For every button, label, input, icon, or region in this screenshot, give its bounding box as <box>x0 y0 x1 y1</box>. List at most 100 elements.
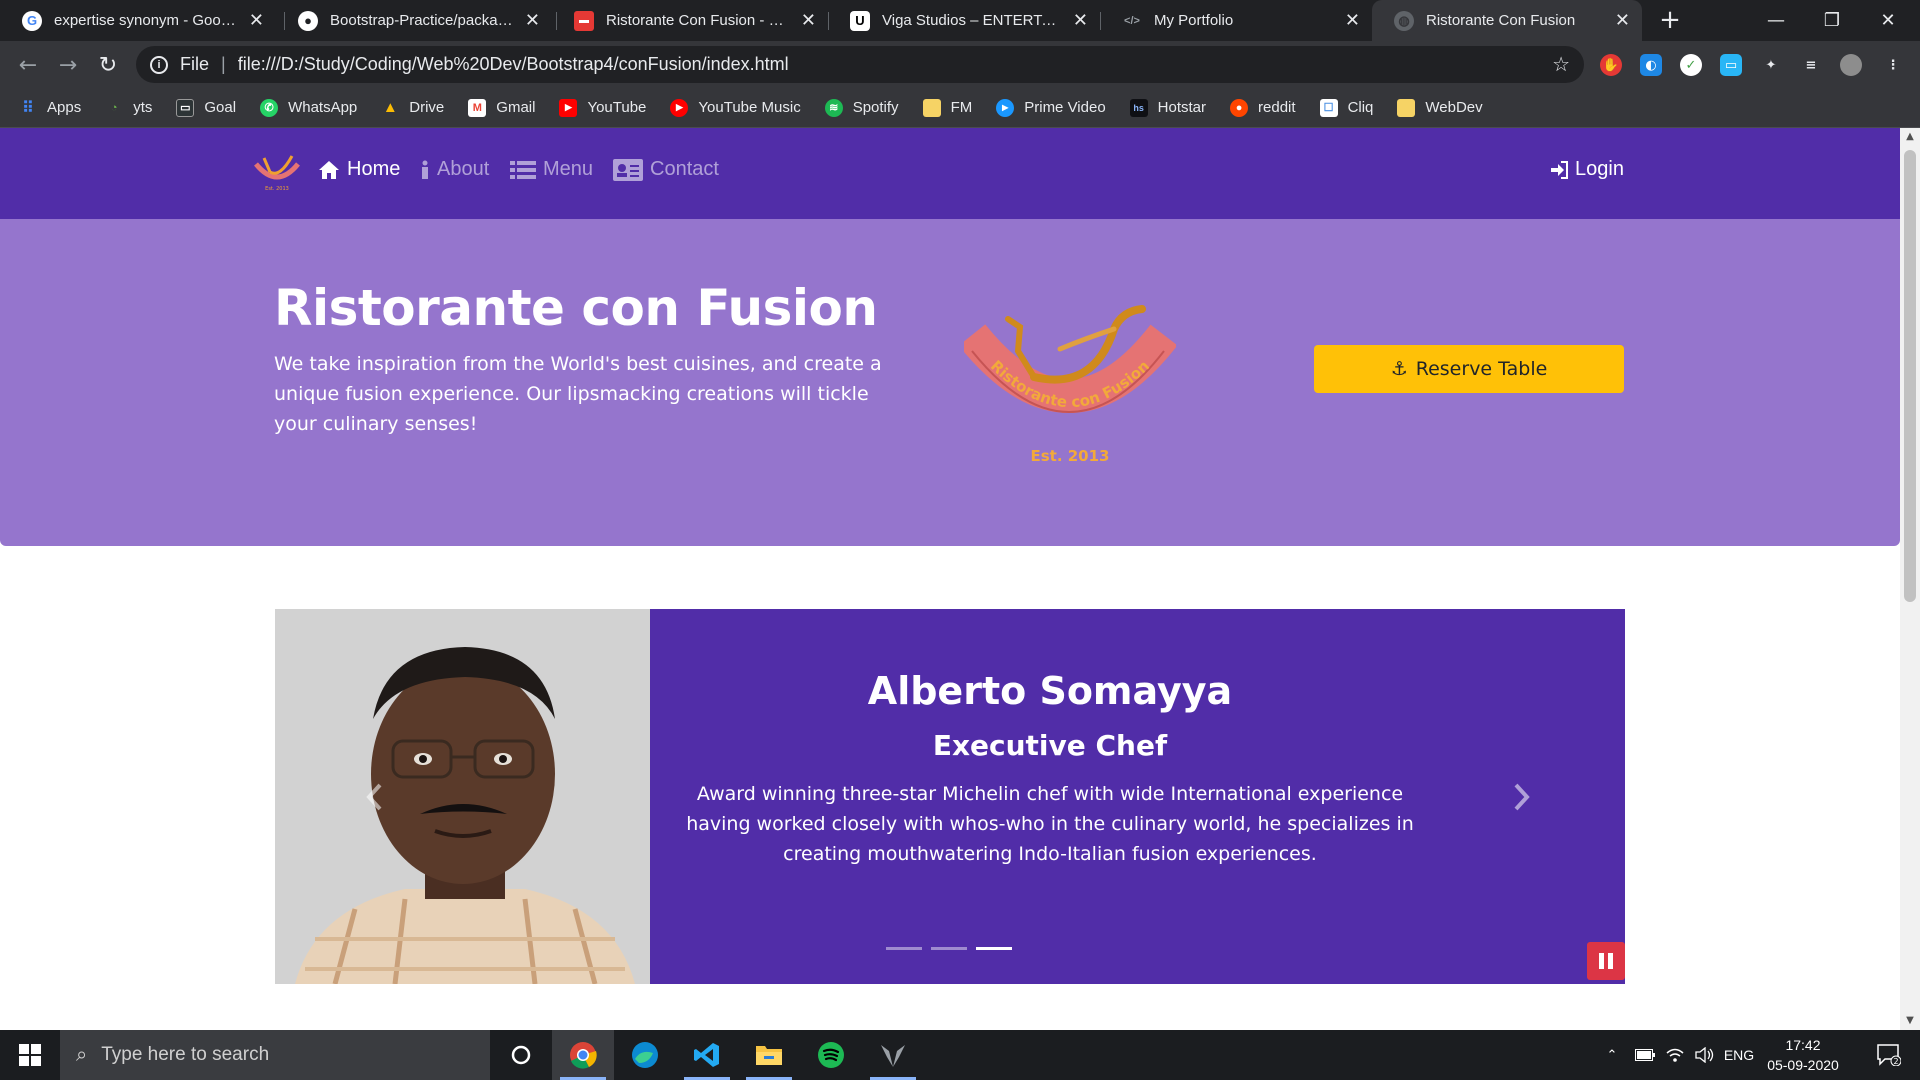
scroll-down-icon[interactable]: ▼ <box>1900 1012 1920 1030</box>
brand-logo[interactable]: Est. 2013 <box>252 150 302 192</box>
google-icon: G <box>22 10 42 31</box>
tab-ristorante-active[interactable]: ◍ Ristorante Con Fusion ✕ <box>1372 0 1642 41</box>
menu-kebab-icon[interactable]: ⋮ <box>1882 54 1904 76</box>
bookmark-cliq[interactable]: ☐ Cliq <box>1319 98 1374 117</box>
carousel-indicator-active[interactable] <box>976 947 1012 950</box>
bookmark-yts[interactable]: ◔ yts <box>105 99 153 117</box>
bookmark-drive[interactable]: ▲ Drive <box>381 99 444 117</box>
restore-button[interactable]: ❐ <box>1804 0 1860 41</box>
close-window-button[interactable]: ✕ <box>1860 0 1916 41</box>
bookmark-youtube-music[interactable]: ▶ YouTube Music <box>670 98 801 117</box>
bookmark-star-icon[interactable]: ☆ <box>1552 52 1570 77</box>
bookmark-reddit[interactable]: ● reddit <box>1230 98 1296 117</box>
spotify-icon: ≋ <box>824 98 843 117</box>
bookmark-apps[interactable]: ⠿ Apps <box>19 99 81 117</box>
carousel-indicator[interactable] <box>886 947 922 950</box>
bookmark-youtube[interactable]: ▶ YouTube <box>559 98 646 117</box>
bookmark-fm[interactable]: FM <box>922 98 972 117</box>
taskbar-clock[interactable]: 17:42 05-09-2020 <box>1758 1035 1848 1075</box>
nav-contact[interactable]: Contact <box>613 158 719 181</box>
cortana-icon[interactable] <box>490 1030 552 1080</box>
list-icon <box>510 160 536 180</box>
language-indicator[interactable]: ENG <box>1720 1030 1758 1080</box>
folder-icon <box>922 98 941 117</box>
chef-role: Executive Chef <box>932 729 1168 762</box>
media-control-icon[interactable]: ≡ <box>1800 54 1822 76</box>
reload-button[interactable]: ↻ <box>92 49 124 81</box>
tab-google-search[interactable]: G expertise synonym - Google ✕ <box>0 0 276 41</box>
new-tab-button[interactable]: + <box>1656 7 1684 35</box>
chevron-left-icon <box>366 783 382 811</box>
battery-icon[interactable] <box>1630 1030 1660 1080</box>
profile-avatar-icon[interactable] <box>1840 54 1862 76</box>
close-tab-icon[interactable]: ✕ <box>1073 10 1088 31</box>
close-tab-icon[interactable]: ✕ <box>801 10 816 31</box>
volume-icon[interactable] <box>1690 1030 1720 1080</box>
carousel-pause-button[interactable] <box>1587 942 1625 980</box>
bookmark-spotify[interactable]: ≋ Spotify <box>824 98 899 117</box>
minimize-button[interactable]: — <box>1748 0 1804 41</box>
bookmark-label: Spotify <box>852 99 899 116</box>
back-button[interactable]: ← <box>12 49 44 81</box>
scrollbar-thumb[interactable] <box>1904 150 1916 602</box>
nav-about[interactable]: About <box>420 158 489 181</box>
bookmark-webdev[interactable]: WebDev <box>1397 98 1483 117</box>
nav-menu[interactable]: Menu <box>510 158 593 181</box>
close-tab-icon[interactable]: ✕ <box>1615 10 1630 31</box>
file-explorer-icon[interactable] <box>738 1030 800 1080</box>
svg-text:Est. 2013: Est. 2013 <box>265 186 289 192</box>
extension-green-icon[interactable]: ✓ <box>1680 54 1702 76</box>
bookmark-label: YouTube Music <box>698 99 801 116</box>
nav-login[interactable]: Login <box>1550 158 1624 181</box>
wifi-icon[interactable] <box>1660 1030 1690 1080</box>
search-icon: ⌕ <box>76 1043 88 1066</box>
bookmark-label: Cliq <box>1347 99 1374 116</box>
reserve-table-button[interactable]: ⚓ Reserve Table <box>1314 345 1624 393</box>
extensions-puzzle-icon[interactable]: ✦ <box>1760 54 1782 76</box>
youtube-music-icon: ▶ <box>670 98 689 117</box>
tab-viga-studios[interactable]: U Viga Studios – ENTERTAINM ✕ <box>828 0 1100 41</box>
bookmark-goal[interactable]: ▭ Goal <box>176 98 236 117</box>
carousel-indicator[interactable] <box>931 947 967 950</box>
close-tab-icon[interactable]: ✕ <box>1345 10 1360 31</box>
notification-center-icon[interactable]: 2 <box>1864 1030 1914 1080</box>
taskbar-search-box[interactable]: ⌕ Type here to search <box>60 1030 490 1080</box>
chef-name: Alberto Somayya <box>867 669 1233 713</box>
tab-title: Viga Studios – ENTERTAINM <box>882 12 1063 29</box>
bookmark-hotstar[interactable]: hs Hotstar <box>1129 98 1206 117</box>
bookmark-gmail[interactable]: M Gmail <box>468 98 536 117</box>
apps-grid-icon: ⠿ <box>22 99 34 117</box>
nav-contact-label: Contact <box>650 158 719 180</box>
extension-red-icon[interactable]: ✋ <box>1600 54 1622 76</box>
show-hidden-icons-chevron-icon[interactable]: ⌃ <box>1598 1030 1626 1080</box>
tab-github[interactable]: ● Bootstrap-Practice/package.j ✕ <box>276 0 552 41</box>
page-scrollbar[interactable]: ▲ ▼ <box>1900 128 1920 1030</box>
extension-window-icon[interactable]: ▭ <box>1720 54 1742 76</box>
spotify-icon[interactable] <box>800 1030 862 1080</box>
sign-in-icon <box>1550 160 1568 179</box>
tab-title: Ristorante Con Fusion - Goo <box>606 12 791 29</box>
address-url[interactable]: file:///D:/Study/Coding/Web%20Dev/Bootst… <box>238 54 789 75</box>
address-bar[interactable]: i File | file:///D:/Study/Coding/Web%20D… <box>136 46 1584 83</box>
chrome-icon[interactable] <box>552 1030 614 1080</box>
cliq-icon: ☐ <box>1319 98 1338 117</box>
edge-icon[interactable] <box>614 1030 676 1080</box>
bookmark-prime-video[interactable]: ▶ Prime Video <box>996 98 1106 117</box>
vscode-icon[interactable] <box>676 1030 738 1080</box>
close-tab-icon[interactable]: ✕ <box>249 10 264 31</box>
start-button[interactable] <box>0 1030 60 1080</box>
scroll-up-icon[interactable]: ▲ <box>1900 128 1920 146</box>
close-tab-icon[interactable]: ✕ <box>525 10 540 31</box>
bookmark-label: Gmail <box>496 99 536 116</box>
carousel-next-button[interactable] <box>1507 777 1537 817</box>
extension-blue-icon[interactable]: ◐ <box>1640 54 1662 76</box>
carousel-prev-button[interactable] <box>359 777 389 817</box>
site-info-icon[interactable]: i <box>150 55 168 74</box>
restaurant-logo: Ristorante con Fusion Est. 2013 <box>964 305 1176 465</box>
predator-icon[interactable] <box>862 1030 924 1080</box>
tab-google-slides[interactable]: ▬ Ristorante Con Fusion - Goo ✕ <box>552 0 828 41</box>
forward-button[interactable]: → <box>52 49 84 81</box>
nav-home[interactable]: Home <box>318 158 400 181</box>
bookmark-whatsapp[interactable]: ✆ WhatsApp <box>260 98 357 117</box>
tab-portfolio[interactable]: </> My Portfolio ✕ <box>1100 0 1372 41</box>
